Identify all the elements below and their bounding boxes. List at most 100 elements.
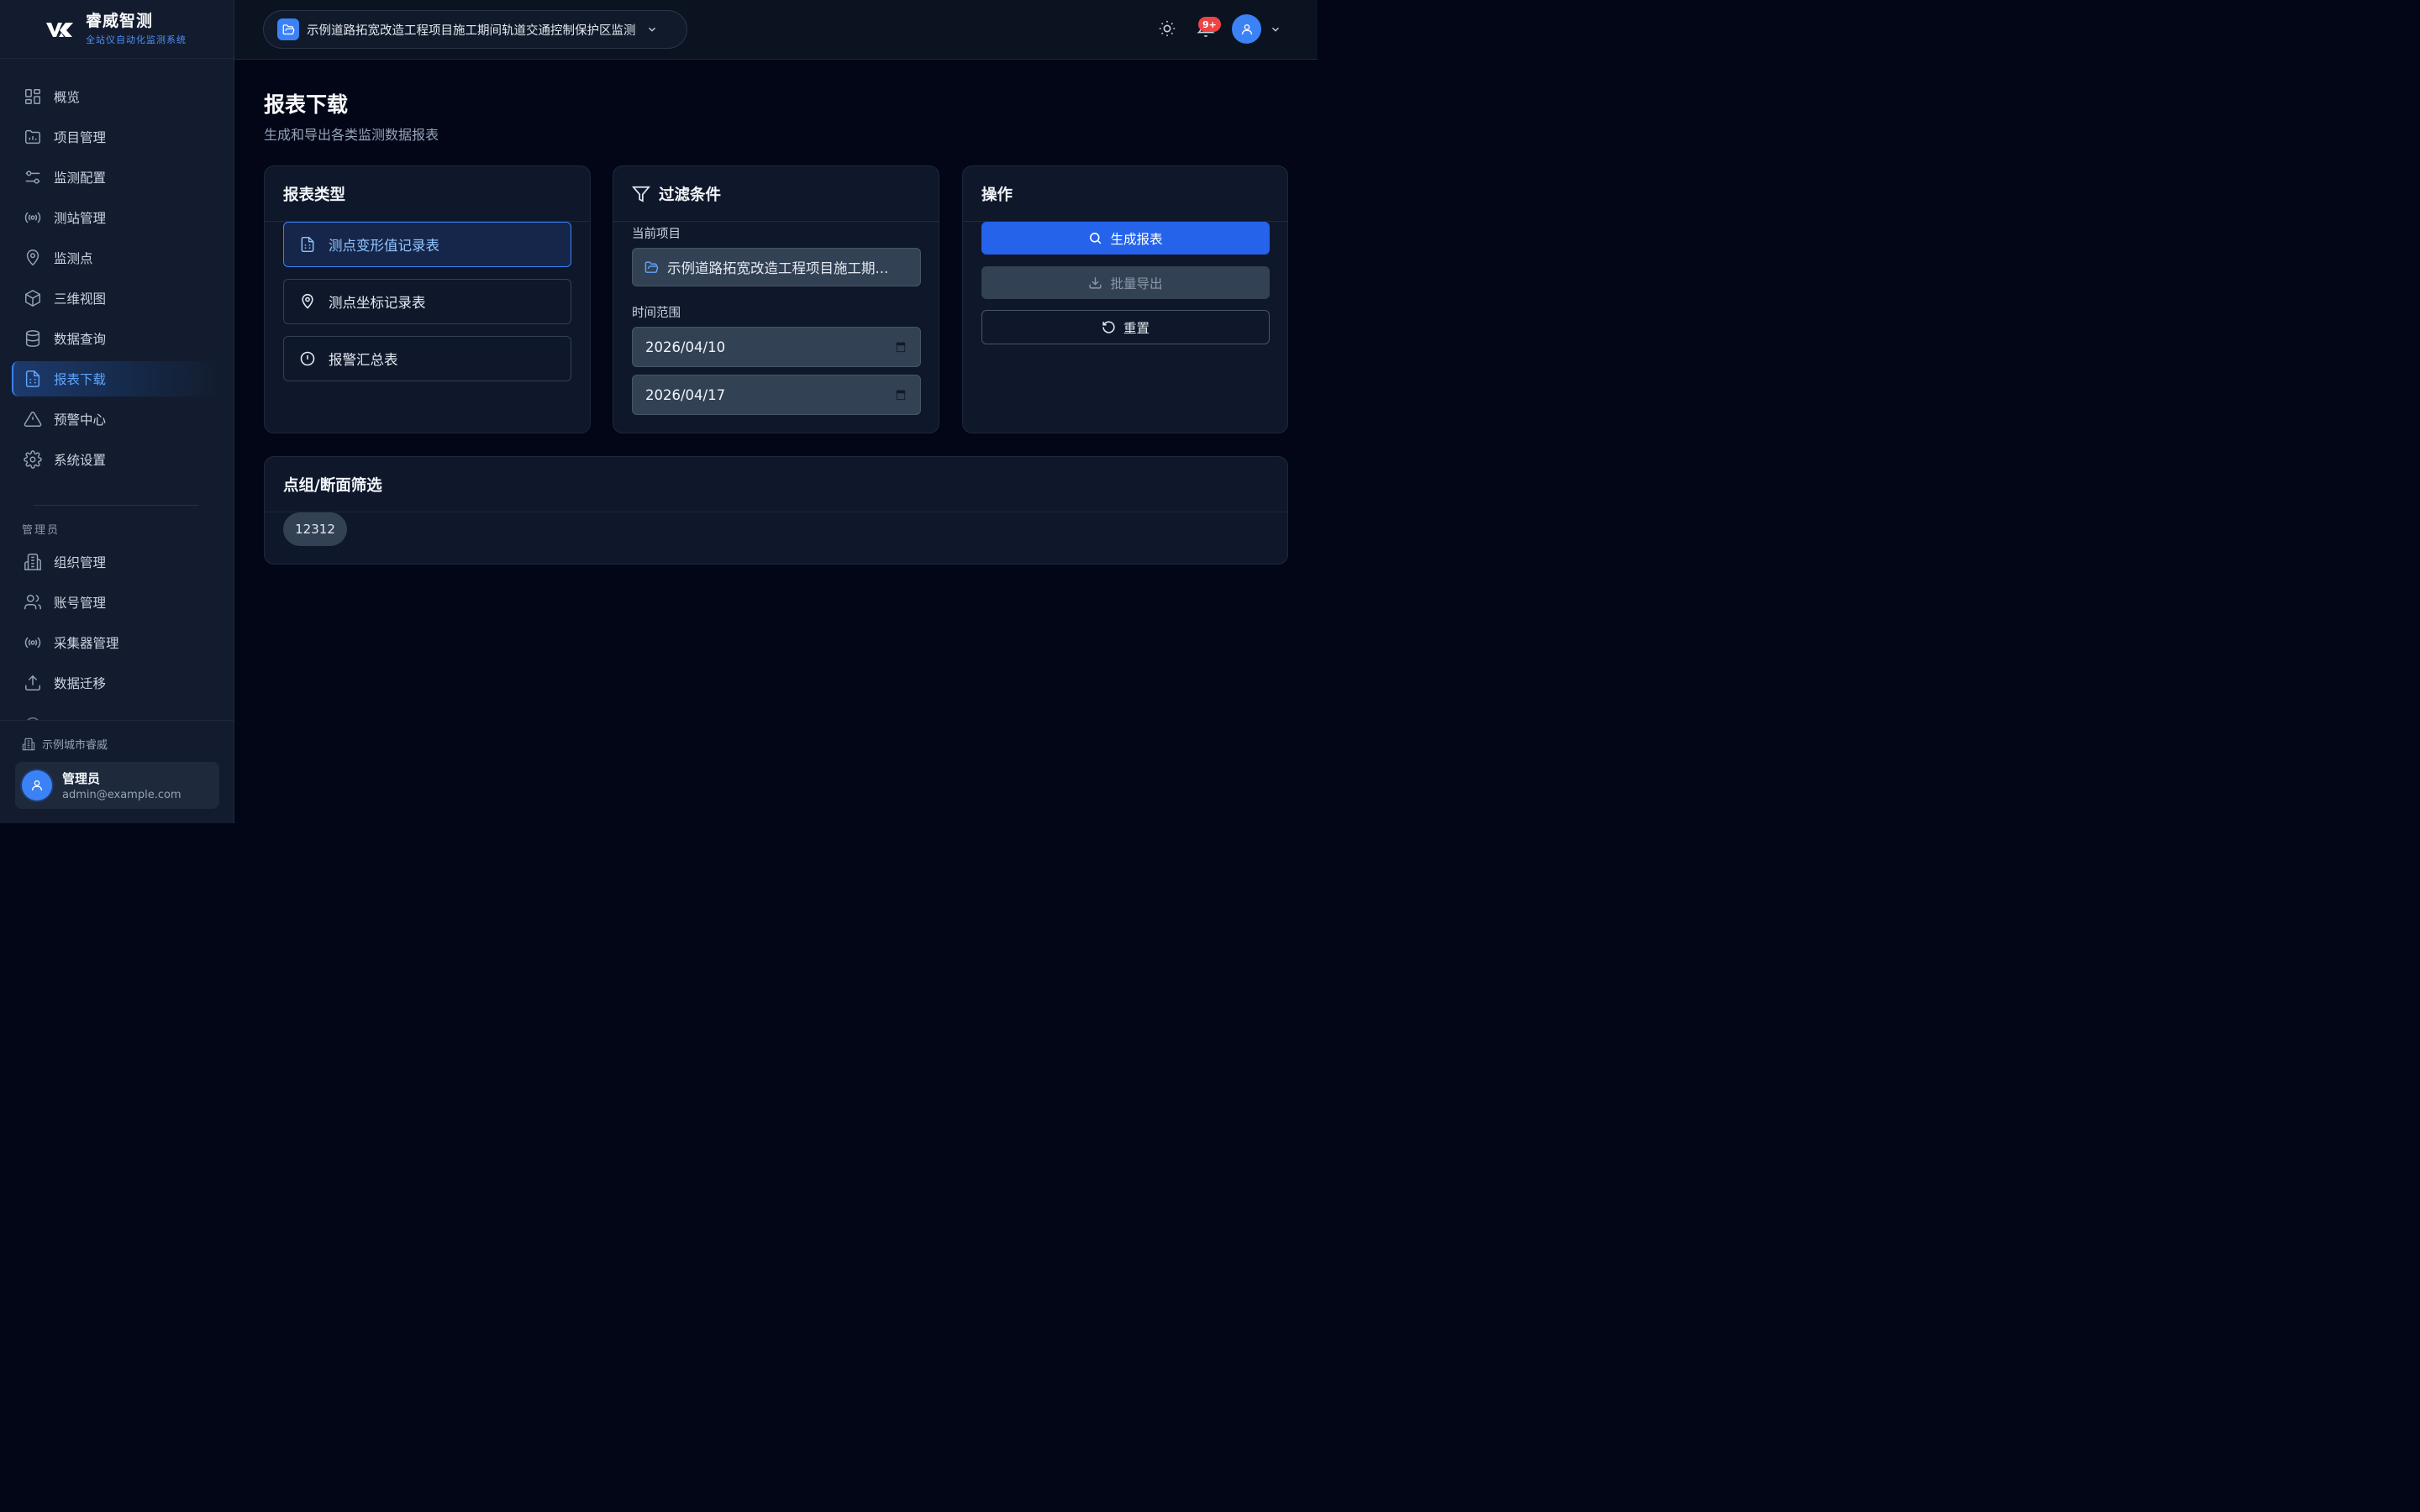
warning-triangle-icon <box>24 411 42 427</box>
sidebar-item-points[interactable]: 监测点 <box>12 240 222 276</box>
building-icon <box>22 738 35 750</box>
generate-report-button[interactable]: 生成报表 <box>981 222 1270 255</box>
sidebar-item-3d-view[interactable]: 三维视图 <box>12 281 222 316</box>
sidebar-item-label: 测站管理 <box>54 211 107 226</box>
report-type-label: 报警汇总表 <box>329 352 398 368</box>
admin-section-label: 管理员 <box>22 524 60 537</box>
sidebar-item-overview[interactable]: 概览 <box>12 79 222 114</box>
sidebar-item-label: 概览 <box>54 90 81 105</box>
brand-logo-icon <box>46 22 73 37</box>
chevron-down-icon[interactable] <box>1270 24 1281 35</box>
building-icon <box>24 554 41 570</box>
sidebar-item-data-migration[interactable]: 数据迁移 <box>12 665 222 701</box>
report-type-coordinates[interactable]: 测点坐标记录表 <box>283 279 571 324</box>
brand-name: 睿威智测 <box>86 12 154 30</box>
folder-chart-icon <box>25 129 40 144</box>
card-title: 报表类型 <box>265 166 590 222</box>
sidebar-item-label: 报表下载 <box>54 372 107 387</box>
sidebar-item-label: 预警中心 <box>54 412 107 428</box>
sidebar-item-stations[interactable]: 测站管理 <box>12 200 222 235</box>
point-group-filter-card: 点组/断面筛选 12312 <box>264 456 1288 564</box>
folder-open-icon <box>644 260 659 273</box>
sidebar-item-label: 项目管理 <box>54 130 107 145</box>
folder-open-icon <box>282 24 294 34</box>
current-project-field: 示例道路拓宽改造工程项目施工期... <box>632 248 921 286</box>
sidebar-item-label: 数据迁移 <box>54 676 107 691</box>
sidebar-item-collectors[interactable]: 采集器管理 <box>12 625 222 660</box>
brand-subtitle: 全站仪自动化监测系统 <box>86 34 187 45</box>
project-name: 示例道路拓宽改造工程项目施工期间轨道交通控制保护区监测 <box>307 24 636 38</box>
map-pin-icon <box>26 249 39 266</box>
brand[interactable]: 睿威智测 全站仪自动化监测系统 <box>0 0 234 59</box>
card-title: 点组/断面筛选 <box>265 457 1287 512</box>
end-date-input[interactable]: 2026/04/17 <box>632 375 921 415</box>
calendar-icon[interactable] <box>895 389 907 401</box>
start-date-value: 2026/04/10 <box>645 339 726 355</box>
gear-icon <box>24 450 42 469</box>
sidebar-item-label: 采集器管理 <box>54 636 119 651</box>
radio-tower-icon <box>24 212 41 223</box>
report-type-card: 报表类型 测点变形值记录表 测点坐标记录表 报警汇总表 <box>264 165 591 433</box>
user-menu-avatar[interactable] <box>1232 14 1261 44</box>
sidebar-item-label: 三维视图 <box>54 291 107 307</box>
start-date-input[interactable]: 2026/04/10 <box>632 327 921 367</box>
report-type-label: 测点变形值记录表 <box>329 238 439 254</box>
current-project-value: 示例道路拓宽改造工程项目施工期... <box>667 260 889 276</box>
sidebar-item-data-query[interactable]: 数据查询 <box>12 321 222 356</box>
card-header: 过滤条件 <box>613 166 939 222</box>
dashboard-grid-icon <box>25 89 40 104</box>
organization[interactable]: 示例城市睿威 <box>22 736 108 752</box>
card-title: 过滤条件 <box>659 186 722 204</box>
avatar <box>22 770 52 801</box>
calendar-icon[interactable] <box>895 341 907 353</box>
time-range-label: 时间范围 <box>632 307 681 320</box>
page-title: 报表下载 <box>264 92 349 117</box>
project-icon-wrap <box>277 18 299 40</box>
main-nav: 概览 项目管理 监测配置 测站管理 监测点 三维视图 数据查询 报表下载 预警中… <box>12 79 222 482</box>
rotate-ccw-icon <box>1102 321 1115 333</box>
reset-button[interactable]: 重置 <box>981 310 1270 344</box>
user-card[interactable]: 管理员 admin@example.com <box>15 762 219 809</box>
sidebar-item-projects[interactable]: 项目管理 <box>12 119 222 155</box>
user-icon <box>1241 24 1252 34</box>
nav-divider <box>34 505 198 506</box>
download-icon <box>1089 277 1102 289</box>
report-type-label: 测点坐标记录表 <box>329 295 426 311</box>
batch-export-button[interactable]: 批量导出 <box>981 266 1270 299</box>
admin-nav: 组织管理 账号管理 采集器管理 数据迁移 <box>12 544 222 706</box>
sidebar-item-monitor-config[interactable]: 监测配置 <box>12 160 222 195</box>
users-icon <box>24 595 41 610</box>
current-project-label: 当前项目 <box>632 228 681 241</box>
user-icon <box>32 780 42 790</box>
project-selector[interactable]: 示例道路拓宽改造工程项目施工期间轨道交通控制保护区监测 <box>263 10 687 49</box>
actions-card: 操作 生成报表 批量导出 重置 <box>962 165 1288 433</box>
sidebar-item-report-download[interactable]: 报表下载 <box>12 361 222 396</box>
sidebar-item-label: 数据查询 <box>54 332 107 347</box>
sidebar-item-label: 系统设置 <box>54 453 107 468</box>
button-label: 生成报表 <box>1110 231 1163 247</box>
sidebar-item-organizations[interactable]: 组织管理 <box>12 544 222 580</box>
file-spreadsheet-icon <box>301 236 314 253</box>
page-subtitle: 生成和导出各类监测数据报表 <box>264 127 439 143</box>
sliders-icon <box>25 171 40 184</box>
sidebar-item-accounts[interactable]: 账号管理 <box>12 585 222 620</box>
sun-icon[interactable] <box>1158 19 1176 38</box>
sidebar-item-settings[interactable]: 系统设置 <box>12 442 222 477</box>
button-label: 重置 <box>1123 320 1150 336</box>
file-spreadsheet-icon <box>25 370 40 387</box>
database-icon <box>25 330 40 347</box>
organization-name: 示例城市睿威 <box>42 739 108 752</box>
report-type-deformation[interactable]: 测点变形值记录表 <box>283 222 571 267</box>
user-name: 管理员 <box>62 771 101 786</box>
topbar: 示例道路拓宽改造工程项目施工期间轨道交通控制保护区监测 9+ <box>234 0 1318 60</box>
point-group-chip[interactable]: 12312 <box>283 512 347 546</box>
card-title: 操作 <box>963 166 1287 222</box>
report-type-alarm-summary[interactable]: 报警汇总表 <box>283 336 571 381</box>
filter-card: 过滤条件 当前项目 示例道路拓宽改造工程项目施工期... 时间范围 2026/0… <box>613 165 939 433</box>
cube-icon <box>25 289 40 307</box>
button-label: 批量导出 <box>1110 276 1163 291</box>
sidebar-item-label: 监测点 <box>54 251 93 266</box>
sidebar: 睿威智测 全站仪自动化监测系统 概览 项目管理 监测配置 测站管理 监测点 三维… <box>0 0 234 823</box>
notification-badge: 9+ <box>1198 17 1221 32</box>
sidebar-item-alerts[interactable]: 预警中心 <box>12 402 222 437</box>
